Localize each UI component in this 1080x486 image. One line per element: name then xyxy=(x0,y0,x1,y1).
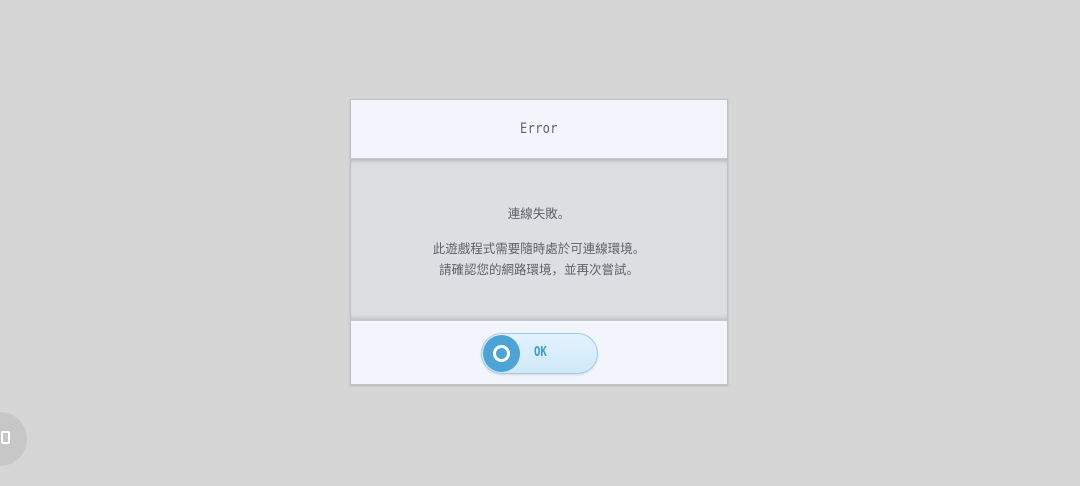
ok-button-label: OK xyxy=(534,345,547,360)
floating-overlay-button[interactable] xyxy=(0,412,27,466)
ring-glyph xyxy=(493,345,510,362)
square-icon xyxy=(1,431,10,444)
dialog-footer: OK xyxy=(351,321,727,384)
dialog-title: Error xyxy=(520,121,558,137)
dialog-header: Error xyxy=(351,100,727,158)
screen-background: Error 連線失敗。 此遊戲程式需要隨時處於可連線環境。 請確認您的網路環境，… xyxy=(0,0,1080,486)
detail-message-line-1: 此遊戲程式需要隨時處於可連線環境。 xyxy=(432,241,646,256)
error-dialog: Error 連線失敗。 此遊戲程式需要隨時處於可連線環境。 請確認您的網路環境，… xyxy=(350,99,728,385)
dialog-message-area: 連線失敗。 此遊戲程式需要隨時處於可連線環境。 請確認您的網路環境，並再次嘗試。 xyxy=(351,158,727,321)
ok-button[interactable]: OK xyxy=(481,333,598,374)
circle-o-icon xyxy=(483,335,520,372)
error-message: 連線失敗。 xyxy=(507,206,571,221)
detail-message-line-2: 請確認您的網路環境，並再次嘗試。 xyxy=(438,262,639,277)
